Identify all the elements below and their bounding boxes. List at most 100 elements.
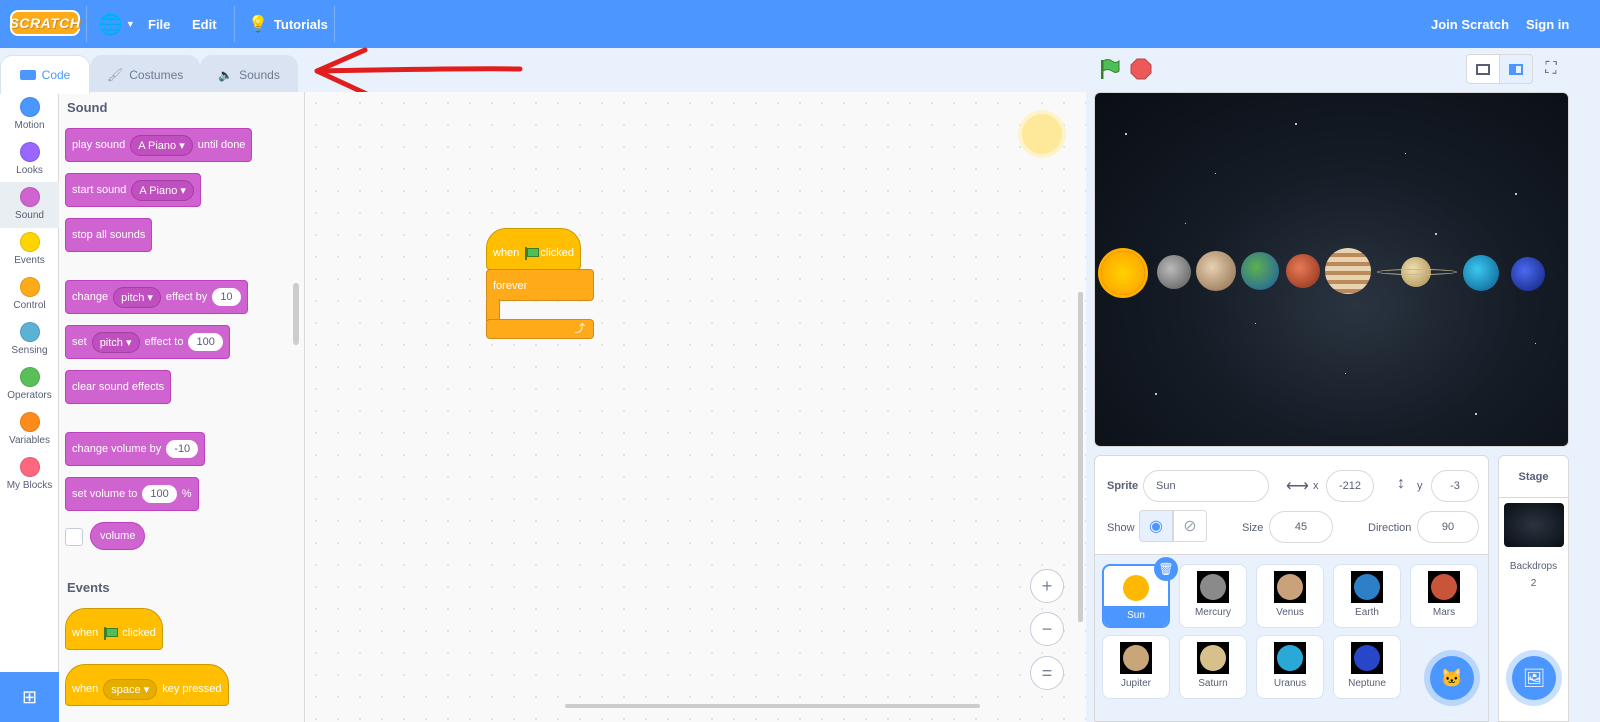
direction-input[interactable]: 90	[1417, 511, 1479, 543]
block-set-volume[interactable]: set volume to 100 %	[65, 477, 199, 511]
sprite-thumbnail	[1197, 642, 1229, 674]
block-clear-sound-effects[interactable]: clear sound effects	[65, 370, 172, 404]
jupiter-sprite[interactable]	[1325, 248, 1371, 294]
direction-label: Direction	[1368, 522, 1412, 534]
sprite-tile-mercury[interactable]: Mercury	[1179, 564, 1247, 628]
delete-sprite-button[interactable]: 🗑	[1154, 557, 1178, 581]
sprite-sun-thumbnail	[1022, 114, 1062, 154]
join-scratch-link[interactable]: Join Scratch	[1431, 0, 1509, 48]
category-looks[interactable]: Looks	[0, 137, 59, 183]
language-menu[interactable]: 🌐 ▼	[98, 0, 135, 48]
code-workspace[interactable]: when clicked forever ⤴	[305, 92, 1086, 722]
sprite-tile-neptune[interactable]: Neptune	[1333, 635, 1401, 699]
effect-dropdown[interactable]: pitch ▾	[91, 331, 140, 353]
sprite-tile-earth[interactable]: Earth	[1333, 564, 1401, 628]
script-forever-block[interactable]: forever ⤴	[486, 269, 594, 339]
category-sound[interactable]: Sound	[0, 182, 59, 228]
neptune-sprite[interactable]	[1511, 257, 1545, 291]
palette-scrollbar[interactable]	[293, 283, 299, 345]
eye-icon: ◉	[1149, 518, 1163, 535]
green-flag-button[interactable]	[1098, 58, 1120, 80]
zoom-reset-button[interactable]: =	[1030, 656, 1064, 690]
category-label: Events	[14, 255, 45, 266]
horizontal-arrows-icon: ⟷	[1286, 478, 1309, 495]
block-set-effect[interactable]: set pitch ▾ effect to 100	[65, 325, 230, 359]
stage-canvas[interactable]	[1094, 92, 1569, 447]
category-control[interactable]: Control	[0, 272, 59, 318]
number-input[interactable]: 10	[212, 288, 241, 306]
backdrops-count: 2	[1530, 578, 1537, 589]
sprite-tile-saturn[interactable]: Saturn	[1179, 635, 1247, 699]
mars-sprite[interactable]	[1286, 254, 1320, 288]
block-when-flag-clicked[interactable]: when clicked	[65, 608, 163, 650]
number-input[interactable]: 100	[188, 333, 223, 351]
tutorials-button[interactable]: 💡 Tutorials	[248, 0, 328, 48]
block-stop-all-sounds[interactable]: stop all sounds	[65, 218, 153, 252]
tab-costumes[interactable]: 🖌 Costumes	[90, 55, 200, 93]
key-dropdown[interactable]: space ▾	[103, 678, 158, 700]
category-label: Sensing	[11, 345, 48, 356]
file-menu[interactable]: File	[148, 0, 170, 48]
show-sprite-button[interactable]: ◉	[1139, 510, 1173, 542]
number-input[interactable]: 100	[142, 485, 177, 503]
category-label: Variables	[9, 435, 50, 446]
number-input[interactable]: -10	[166, 440, 199, 458]
category-motion[interactable]: Motion	[0, 92, 59, 138]
effect-dropdown[interactable]: pitch ▾	[113, 286, 161, 308]
tab-code[interactable]: Code	[0, 55, 90, 94]
x-position-input[interactable]: -212	[1326, 470, 1374, 502]
sign-in-link[interactable]: Sign in	[1526, 0, 1569, 48]
category-operators[interactable]: Operators	[0, 362, 59, 408]
uranus-sprite[interactable]	[1463, 255, 1499, 291]
sun-sprite[interactable]	[1101, 251, 1145, 295]
large-stage-icon	[1509, 63, 1523, 75]
zoom-in-button[interactable]: +	[1030, 569, 1064, 603]
sprite-tile-mars[interactable]: Mars	[1410, 564, 1478, 628]
edit-menu[interactable]: Edit	[192, 0, 217, 48]
sprite-tile-jupiter[interactable]: Jupiter	[1102, 635, 1170, 699]
mercury-sprite[interactable]	[1157, 255, 1191, 289]
sprite-name-label: Uranus	[1273, 678, 1307, 689]
sprite-tile-uranus[interactable]: Uranus	[1256, 635, 1324, 699]
size-input[interactable]: 45	[1269, 511, 1333, 543]
category-sensing[interactable]: Sensing	[0, 317, 59, 363]
scratch-logo[interactable]: SCRATCH	[10, 10, 80, 36]
script-when-flag-clicked[interactable]: when clicked	[486, 228, 581, 270]
workspace-vertical-scrollbar[interactable]	[1078, 292, 1083, 622]
chevron-down-icon: ▼	[125, 19, 135, 29]
block-change-volume[interactable]: change volume by -10	[65, 432, 206, 466]
category-dot-icon	[19, 232, 40, 252]
category-variables[interactable]: Variables	[0, 407, 59, 453]
add-extension-button[interactable]: ⊞	[0, 672, 59, 722]
category-my-blocks[interactable]: My Blocks	[0, 452, 59, 498]
block-when-key-pressed[interactable]: when space ▾ key pressed	[65, 664, 229, 706]
workspace-horizontal-scrollbar[interactable]	[565, 704, 980, 708]
y-position-input[interactable]: -3	[1431, 470, 1479, 502]
zoom-out-button[interactable]: −	[1030, 612, 1064, 646]
backdrops-label: Backdrops	[1509, 561, 1558, 572]
sprite-name-label: Mars	[1432, 607, 1456, 618]
tab-sounds[interactable]: 🔈 Sounds	[200, 55, 298, 93]
fullscreen-button[interactable]: ⛶	[1540, 58, 1562, 80]
block-volume-reporter[interactable]: volume	[90, 522, 146, 550]
venus-sprite[interactable]	[1196, 251, 1236, 291]
x-label: x	[1313, 480, 1319, 492]
block-change-effect[interactable]: change pitch ▾ effect by 10	[65, 280, 248, 314]
hide-sprite-button[interactable]: ⊘	[1173, 510, 1207, 542]
sprite-name-input[interactable]: Sun	[1143, 470, 1269, 502]
trash-icon: 🗑	[1158, 562, 1174, 576]
sprite-tile-venus[interactable]: Venus	[1256, 564, 1324, 628]
choose-backdrop-button[interactable]: 🖼	[1512, 656, 1556, 700]
volume-monitor-checkbox[interactable]	[65, 528, 83, 546]
earth-sprite[interactable]	[1241, 252, 1279, 290]
stop-button[interactable]	[1130, 58, 1152, 80]
block-play-sound-until-done[interactable]: play sound A Piano ▾ until done	[65, 128, 253, 162]
sound-dropdown[interactable]: A Piano ▾	[130, 134, 193, 156]
category-events[interactable]: Events	[0, 227, 59, 273]
block-start-sound[interactable]: start sound A Piano ▾	[65, 173, 201, 207]
large-stage-button[interactable]	[1499, 54, 1533, 84]
code-icon	[19, 70, 36, 80]
small-stage-button[interactable]	[1466, 54, 1500, 84]
sound-dropdown[interactable]: A Piano ▾	[131, 179, 194, 201]
choose-sprite-button[interactable]: 🐱	[1430, 656, 1474, 700]
